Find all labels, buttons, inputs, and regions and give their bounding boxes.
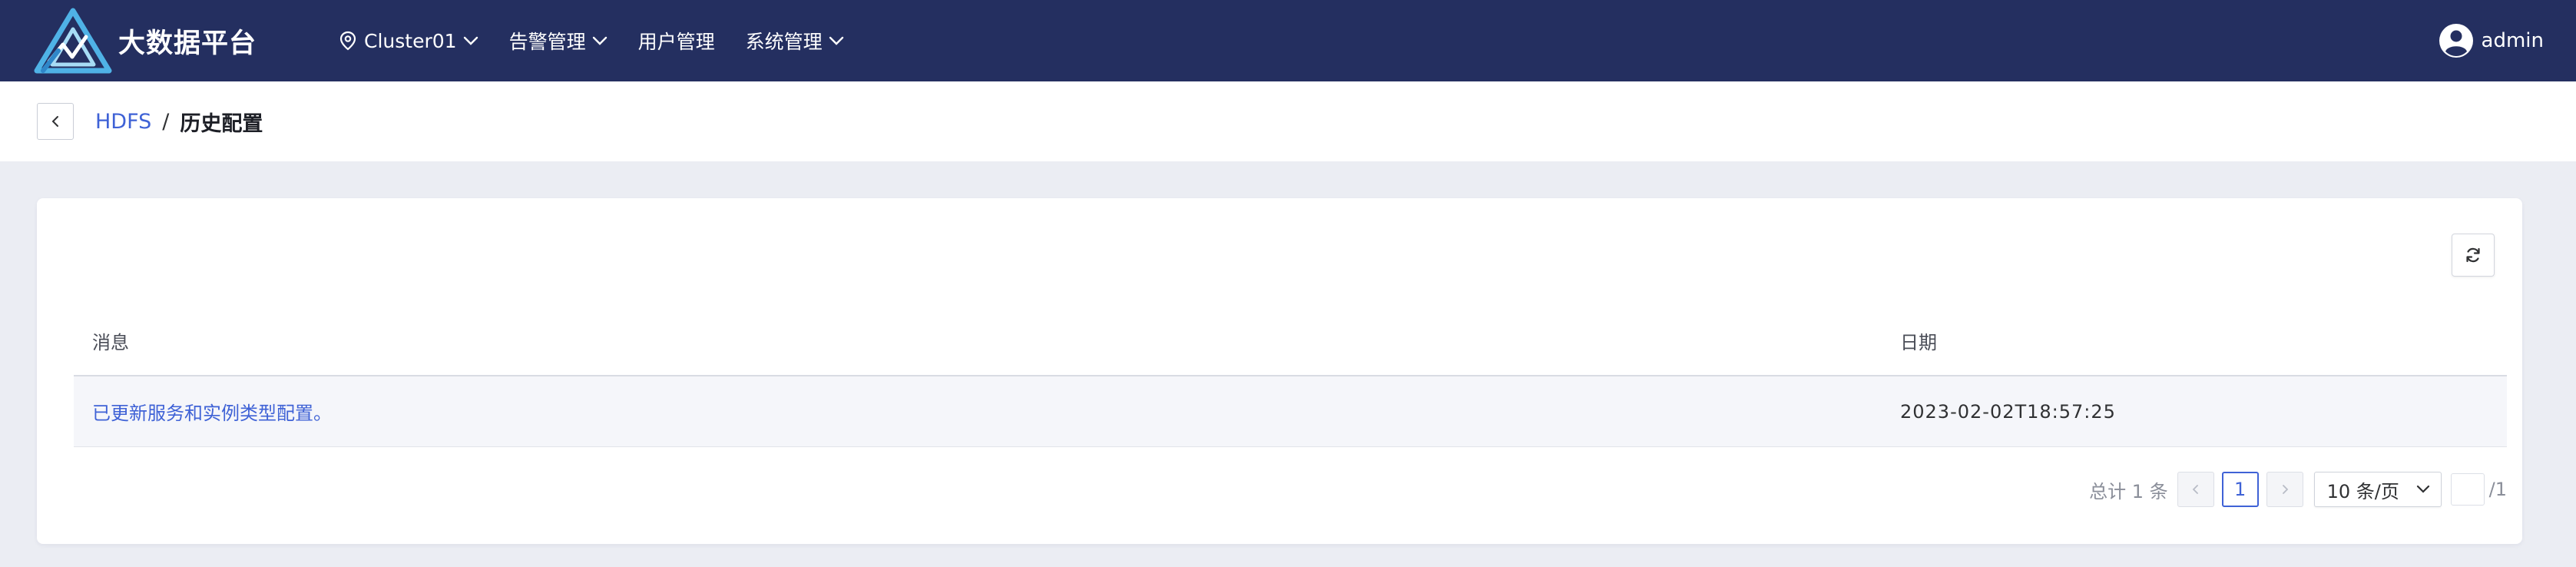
main-nav: Cluster01 告警管理 用户管理 系统管理 xyxy=(339,0,875,81)
chevron-right-icon xyxy=(2282,485,2288,494)
breadcrumb-separator: / xyxy=(162,109,170,134)
column-header-date: 日期 xyxy=(1900,331,1937,353)
page-jump-input[interactable] xyxy=(2450,473,2485,506)
user-avatar-icon xyxy=(2439,24,2473,58)
page-number-button[interactable]: 1 xyxy=(2221,472,2259,507)
location-pin-icon xyxy=(339,31,356,51)
nav-alerts-label: 告警管理 xyxy=(508,31,586,53)
breadcrumb-hdfs-link[interactable]: HDFS xyxy=(95,110,151,134)
brand[interactable]: 大数据平台 xyxy=(32,8,257,74)
page-title: 历史配置 xyxy=(180,111,263,136)
date-cell: 2023-02-02T18:57:25 xyxy=(1900,400,2116,423)
nav-users-label: 用户管理 xyxy=(637,31,715,53)
nav-system-management[interactable]: 系统管理 xyxy=(746,0,844,81)
top-navbar: 大数据平台 Cluster01 告警管理 用户管理 系统管理 admin xyxy=(0,0,2576,81)
back-button[interactable] xyxy=(37,103,74,140)
page-count: /1 xyxy=(2488,479,2507,500)
table-header: 消息 日期 xyxy=(74,306,2507,376)
nav-user-management[interactable]: 用户管理 xyxy=(638,0,715,81)
history-config-card: 消息 日期 已更新服务和实例类型配置。 2023-02-02T18:57:25 … xyxy=(37,198,2522,544)
user-menu[interactable]: admin xyxy=(2439,0,2544,81)
chevron-left-icon xyxy=(2192,485,2198,494)
history-table: 消息 日期 已更新服务和实例类型配置。 2023-02-02T18:57:25 xyxy=(74,306,2507,447)
app-title: 大数据平台 xyxy=(118,28,257,59)
nav-cluster-label: Cluster01 xyxy=(364,29,457,52)
page-size-value: 10 条/页 xyxy=(2326,480,2399,502)
breadcrumb-bar: HDFS / 历史配置 xyxy=(0,81,2576,161)
chevron-down-icon xyxy=(2416,485,2429,493)
prev-page-button[interactable] xyxy=(2177,472,2214,507)
table-row[interactable]: 已更新服务和实例类型配置。 2023-02-02T18:57:25 xyxy=(74,376,2507,447)
nav-alert-management[interactable]: 告警管理 xyxy=(509,0,608,81)
message-link[interactable]: 已更新服务和实例类型配置。 xyxy=(92,403,332,424)
chevron-down-icon xyxy=(592,36,607,45)
platform-logo-icon xyxy=(34,8,112,74)
pagination: 总计 1 条 1 10 条/页 /1 xyxy=(2089,472,2507,507)
page-size-select[interactable]: 10 条/页 xyxy=(2313,472,2442,507)
pagination-total: 总计 1 条 xyxy=(2089,480,2168,502)
user-name: admin xyxy=(2481,29,2544,52)
refresh-icon xyxy=(2466,247,2480,263)
nav-system-label: 系统管理 xyxy=(745,31,823,53)
chevron-down-icon xyxy=(829,36,843,45)
next-page-button[interactable] xyxy=(2266,472,2303,507)
chevron-left-icon xyxy=(51,116,58,127)
column-header-message: 消息 xyxy=(92,331,129,353)
chevron-down-icon xyxy=(463,36,478,45)
refresh-button[interactable] xyxy=(2452,234,2495,277)
nav-cluster-selector[interactable]: Cluster01 xyxy=(339,0,478,81)
breadcrumb: HDFS / 历史配置 xyxy=(95,107,263,137)
